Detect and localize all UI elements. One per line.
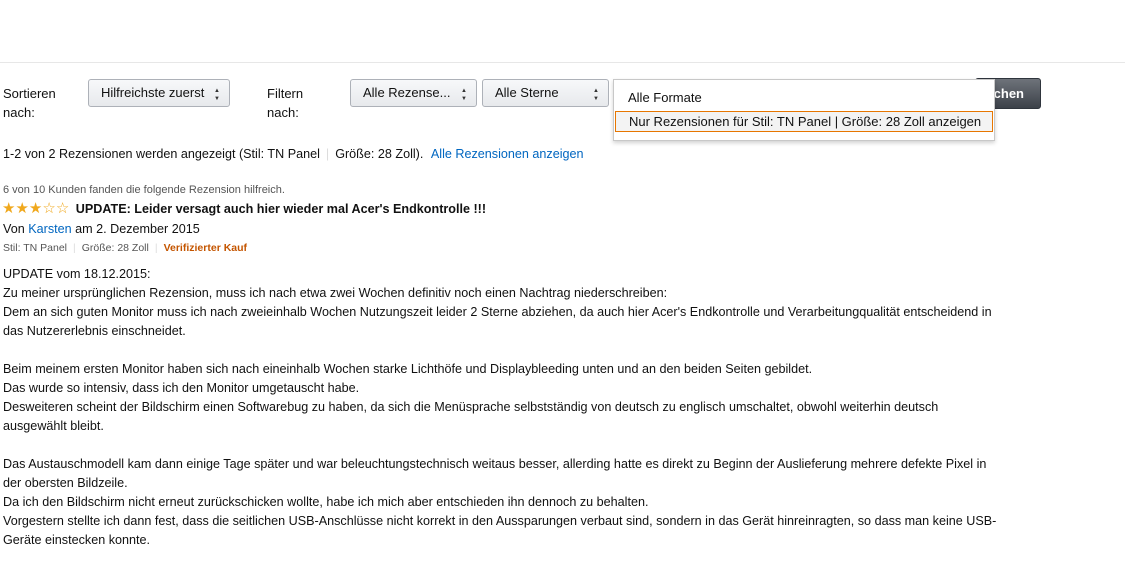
star-empty-icon: ☆ (55, 200, 70, 217)
star-filled-icon: ★ (2, 200, 16, 217)
format-option-tn-panel[interactable]: Nur Rezensionen für Stil: TN Panel | Grö… (615, 111, 993, 132)
review-line: Geräte einstecken konnte. (3, 533, 151, 547)
filter-label-line1: Filtern (267, 86, 304, 101)
review-paragraph: UPDATE vom 18.12.2015: Zu meiner ursprüng… (3, 265, 1048, 341)
divider: | (325, 147, 330, 161)
show-all-reviews-link[interactable]: Alle Rezensionen anzeigen (431, 147, 584, 161)
review-line: das Nutzererlebnis einschneidet. (3, 324, 186, 338)
star-filter-select[interactable]: Alle Sterne ▲ ▼ (482, 79, 609, 107)
review-line: der obersten Bildzeile. (3, 476, 128, 490)
review-date: am 2. Dezember 2015 (75, 222, 200, 236)
review-line: Beim meinem ersten Monitor haben sich na… (3, 362, 813, 376)
filter-label-line2: nach: (267, 105, 299, 120)
review-title[interactable]: UPDATE: Leider versagt auch hier wieder … (76, 202, 486, 216)
review-line: Desweiteren scheint der Bildschirm einen… (3, 400, 939, 414)
author-link[interactable]: Karsten (28, 222, 71, 236)
helpful-votes-text: 6 von 10 Kunden fanden die folgende Reze… (3, 184, 285, 196)
star-filled-icon: ★ (28, 200, 43, 217)
review-line: Vorgestern stellte ich dann fest, dass d… (3, 514, 997, 528)
review-paragraph: Das Austauschmodell kam dann einige Tage… (3, 455, 1048, 550)
review-style: Stil: TN Panel (3, 242, 67, 254)
review-line: Dem an sich guten Monitor muss ich nach … (3, 305, 992, 319)
reviewer-filter-select[interactable]: Alle Rezense... ▲ ▼ (350, 79, 477, 107)
divider: | (154, 242, 158, 254)
sort-label: Sortieren nach: (3, 84, 56, 122)
review-paragraph: Beim meinem ersten Monitor haben sich na… (3, 360, 1048, 436)
review-size: Größe: 28 Zoll (81, 242, 149, 254)
review-header: ★★★☆☆ UPDATE: Leider versagt auch hier w… (2, 201, 486, 218)
sort-label-line1: Sortieren (3, 86, 56, 101)
star-rating[interactable]: ★★★☆☆ (2, 200, 70, 217)
reviewer-filter-value: Alle Rezense... (363, 85, 451, 100)
format-option-all[interactable]: Alle Formate (628, 88, 702, 108)
review-count-text: 1-2 von 2 Rezensionen werden angezeigt (… (3, 147, 320, 161)
review-line: Das Austauschmodell kam dann einige Tage… (3, 457, 987, 471)
updown-arrow-icon: ▲ ▼ (461, 88, 467, 102)
updown-arrow-icon: ▲ ▼ (214, 88, 220, 102)
review-size-text: Größe: 28 Zoll). (335, 147, 424, 161)
review-count-summary: 1-2 von 2 Rezensionen werden angezeigt (… (3, 145, 584, 163)
divider: | (73, 242, 76, 254)
review-meta: Stil: TN Panel | Größe: 28 Zoll | Verifizier… (3, 241, 247, 256)
star-filled-icon: ★ (15, 200, 29, 217)
by-prefix: Von (3, 222, 25, 236)
review-body: UPDATE vom 18.12.2015: Zu meiner ursprüng… (3, 265, 1048, 569)
updown-arrow-icon: ▲ ▼ (593, 88, 599, 102)
header-divider (0, 62, 1125, 63)
filter-label: Filtern nach: (267, 84, 303, 122)
review-line: ausgewählt bleibt. (3, 419, 104, 433)
review-line: Zu meiner ursprünglichen Rezension, muss… (3, 286, 668, 300)
review-line: Das wurde so intensiv, dass ich den Moni… (3, 381, 360, 395)
star-filter-value: Alle Sterne (495, 85, 559, 100)
sort-select-value: Hilfreichste zuerst (101, 85, 205, 100)
review-line: Da ich den Bildschirm nicht erneut zurüc… (3, 495, 649, 509)
verified-purchase-badge: Verifizierter Kauf (163, 242, 248, 254)
sort-label-line2: nach: (3, 105, 35, 120)
review-line: UPDATE vom 18.12.2015: (3, 267, 151, 281)
sort-select[interactable]: Hilfreichste zuerst ▲ ▼ (88, 79, 230, 107)
format-dropdown[interactable]: Alle Formate Nur Rezensionen für Stil: T… (613, 79, 995, 141)
review-byline: Von Karsten am 2. Dezember 2015 (3, 221, 200, 238)
star-empty-icon: ☆ (42, 200, 56, 217)
